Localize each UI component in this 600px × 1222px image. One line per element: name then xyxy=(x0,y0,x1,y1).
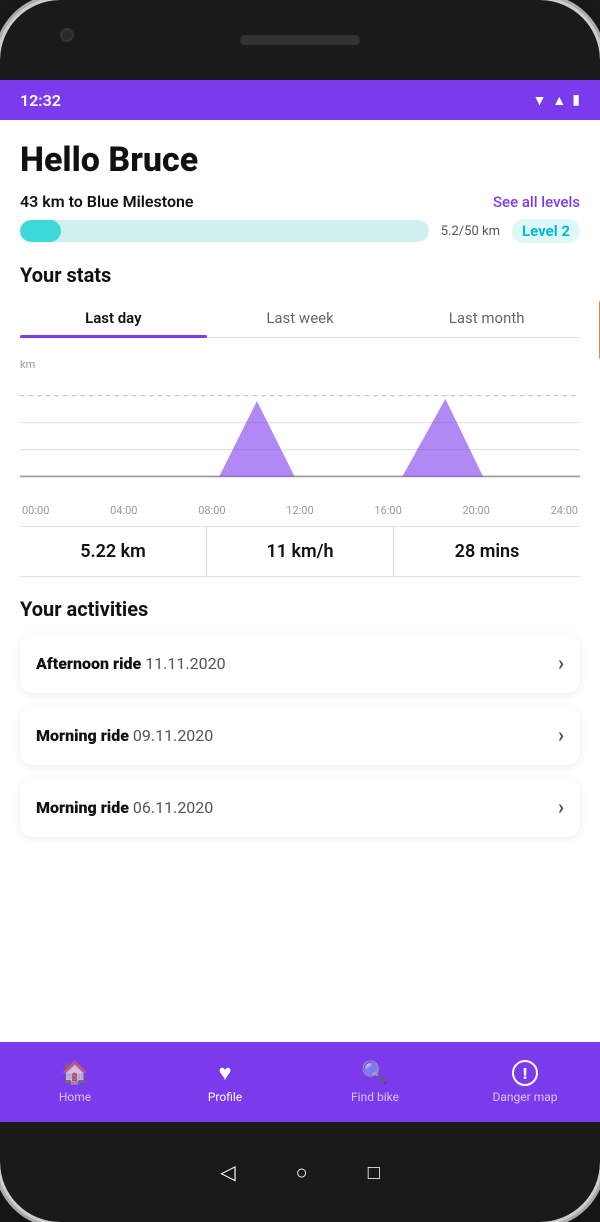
tab-last-day[interactable]: Last day xyxy=(20,299,207,337)
phone-screen: 12:32 ▼ ▲ ▮ Hello Bruce 43 km to Blue Mi… xyxy=(0,80,600,1122)
nav-home-label: Home xyxy=(59,1090,91,1104)
activities-title: Your activities xyxy=(20,597,580,621)
nav-find-bike[interactable]: 🔍 Find bike xyxy=(300,1042,450,1122)
activity-name-1: Morning ride 09.11.2020 xyxy=(36,726,213,745)
main-content: Hello Bruce 43 km to Blue Milestone See … xyxy=(0,120,600,1042)
tab-last-month[interactable]: Last month xyxy=(393,299,580,337)
chevron-right-icon-0: › xyxy=(558,651,564,675)
stats-tabs: Last day Last week Last month xyxy=(20,299,580,338)
chevron-right-icon-2: › xyxy=(558,795,564,819)
activity-name-0: Afternoon ride 11.11.2020 xyxy=(36,654,226,673)
progress-bar-fill xyxy=(20,220,61,242)
home-button[interactable]: ○ xyxy=(296,1160,308,1185)
x-label-0: 00:00 xyxy=(22,504,49,517)
nav-home[interactable]: 🏠 Home xyxy=(0,1042,150,1122)
x-label-6: 24:00 xyxy=(551,504,578,517)
activity-card-1[interactable]: Morning ride 09.11.2020 › xyxy=(20,705,580,765)
greeting-text: Hello Bruce xyxy=(20,140,580,180)
battery-icon: ▮ xyxy=(572,92,580,108)
chart-svg xyxy=(20,358,580,498)
progress-bar-container xyxy=(20,220,429,242)
status-bar: 12:32 ▼ ▲ ▮ xyxy=(0,80,600,120)
recent-button[interactable]: □ xyxy=(368,1160,380,1185)
wifi-icon: ▼ xyxy=(533,92,547,109)
progress-label: 5.2/50 km xyxy=(441,224,500,239)
tab-last-week[interactable]: Last week xyxy=(207,299,394,337)
milestone-text: 43 km to Blue Milestone xyxy=(20,192,194,211)
x-label-1: 04:00 xyxy=(110,504,137,517)
stat-time: 28 mins xyxy=(394,527,580,576)
signal-icon: ▲ xyxy=(552,92,566,109)
stats-title: Your stats xyxy=(20,263,580,287)
search-icon: 🔍 xyxy=(361,1061,388,1086)
level-badge: Level 2 xyxy=(512,219,580,243)
activity-card-0[interactable]: Afternoon ride 11.11.2020 › xyxy=(20,633,580,693)
milestone-row: 43 km to Blue Milestone See all levels xyxy=(20,192,580,211)
bottom-bezel: ◁ ○ □ xyxy=(0,1122,600,1222)
nav-danger-map[interactable]: ! Danger map xyxy=(450,1042,600,1122)
chart-y-label: km xyxy=(20,358,35,371)
x-label-5: 20:00 xyxy=(462,504,489,517)
nav-find-bike-label: Find bike xyxy=(351,1090,399,1104)
home-icon: 🏠 xyxy=(61,1061,88,1086)
x-label-2: 08:00 xyxy=(198,504,225,517)
bottom-nav: 🏠 Home ♥ Profile 🔍 Find bike ! Danger ma… xyxy=(0,1042,600,1122)
activity-name-2: Morning ride 06.11.2020 xyxy=(36,798,213,817)
status-icons: ▼ ▲ ▮ xyxy=(533,92,580,109)
top-bezel xyxy=(0,0,600,80)
x-label-4: 16:00 xyxy=(374,504,401,517)
stat-distance: 5.22 km xyxy=(20,527,207,576)
x-label-3: 12:00 xyxy=(286,504,313,517)
stat-speed: 11 km/h xyxy=(207,527,394,576)
back-button[interactable]: ◁ xyxy=(220,1160,235,1184)
heart-icon: ♥ xyxy=(218,1060,231,1086)
nav-profile[interactable]: ♥ Profile xyxy=(150,1042,300,1122)
nav-danger-map-label: Danger map xyxy=(493,1090,558,1104)
nav-profile-label: Profile xyxy=(208,1090,242,1104)
chart-area: km 00:00 xyxy=(20,348,580,518)
progress-row: 5.2/50 km Level 2 xyxy=(20,219,580,243)
camera xyxy=(60,28,74,42)
stats-values: 5.22 km 11 km/h 28 mins xyxy=(20,526,580,577)
status-time: 12:32 xyxy=(20,91,61,110)
danger-icon: ! xyxy=(512,1060,538,1086)
phone-frame: 12:32 ▼ ▲ ▮ Hello Bruce 43 km to Blue Mi… xyxy=(0,0,600,1222)
app-content: Hello Bruce 43 km to Blue Milestone See … xyxy=(0,120,600,1122)
see-all-link[interactable]: See all levels xyxy=(493,193,580,211)
chart-x-labels: 00:00 04:00 08:00 12:00 16:00 20:00 24:0… xyxy=(20,504,580,517)
chevron-right-icon-1: › xyxy=(558,723,564,747)
speaker xyxy=(240,35,360,45)
activity-card-2[interactable]: Morning ride 06.11.2020 › xyxy=(20,777,580,837)
